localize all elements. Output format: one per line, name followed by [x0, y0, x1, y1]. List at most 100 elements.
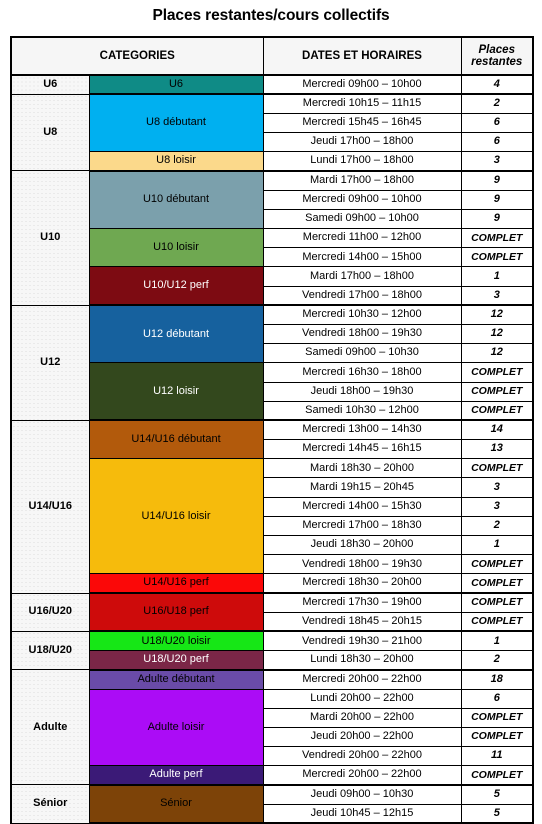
places-restantes-value: 1: [460, 534, 534, 556]
subcategory-cell: U8 débutant: [88, 93, 264, 153]
table-row: Sénior Sénior Jeudi 09h00 – 10h30 5: [10, 783, 534, 824]
status-badge-complet: COMPLET: [460, 554, 534, 575]
schedule-cell: Mercredi 11h00 – 12h00: [262, 227, 462, 249]
schedule-cell: Mardi 18h30 – 20h00: [262, 458, 462, 479]
table-row: U14/U16 U14/U16 débutant Mercredi 13h00 – …: [10, 419, 534, 594]
table-row: U14/U16 perf Mercredi 18h30 – 20h00 COMPLE…: [11, 573, 534, 595]
places-restantes-value: 3: [460, 285, 534, 307]
table-row: U10 loisir Mercredi 11h00 – 12h00 COMPLET: [11, 227, 534, 268]
schedule-cell: Samedi 09h00 – 10h00: [262, 208, 462, 230]
schedule-cell: Mercredi 10h15 – 11h15: [262, 93, 462, 114]
schedule-cell: Mercredi 09h00 – 10h00: [262, 73, 462, 96]
places-restantes-value: 3: [460, 477, 534, 498]
status-badge-complet: COMPLET: [460, 362, 534, 383]
schedule-cell: Jeudi 18h00 – 19h30: [262, 381, 462, 402]
status-badge-complet: COMPLET: [460, 707, 534, 728]
schedule-cell: Mercredi 15h45 – 16h45: [262, 112, 462, 134]
schedule-cell: Mercredi 18h30 – 20h00: [262, 573, 462, 595]
category-group-s-nior: Sénior: [10, 784, 90, 824]
subcategory-cell: U12 loisir: [88, 362, 264, 422]
table-row: U10 U10 débutant Mardi 17h00 – 18h00 9: [10, 169, 534, 306]
places-restantes-value: 18: [460, 668, 534, 690]
places-restantes-value: 6: [460, 688, 534, 709]
places-restantes-value: 6: [460, 112, 534, 134]
category-group-adulte: Adulte: [10, 669, 90, 786]
subcategory-cell: U8 loisir: [88, 151, 264, 172]
table-row: U16/U20 U16/U18 perf Mercredi 17h30 – 19h0…: [10, 592, 534, 633]
places-restantes-value: 6: [460, 132, 534, 153]
subcategory-cell: U10 loisir: [88, 227, 264, 268]
table-body: U6 U6 Mercredi 09h00 – 10h00 4 U8 U8 débutant…: [10, 73, 534, 824]
table-row: U10/U12 perf Mardi 17h00 – 18h00 1: [11, 266, 534, 307]
places-restantes-value: 1: [460, 630, 534, 652]
places-restantes-value: 2: [460, 93, 534, 114]
schedule-cell: Mercredi 14h00 – 15h30: [262, 496, 462, 517]
schedule-cell: Mercredi 13h00 – 14h30: [262, 419, 462, 441]
places-restantes-value: 2: [460, 650, 534, 671]
places-restantes-value: 5: [460, 783, 534, 805]
schedule-cell: Mercredi 10h30 – 12h00: [262, 304, 462, 325]
schedule-cell: Samedi 10h30 – 12h00: [262, 400, 462, 422]
header-row: CATEGORIES DATES ET HORAIRES Places rest…: [10, 36, 534, 76]
table-row: U14/U16 loisir Mardi 18h30 – 20h00 COMPLET: [11, 458, 534, 575]
table-row: U8 U8 débutant Mercredi 10h15 – 11h15 2: [10, 93, 534, 172]
schedule-cell: Vendredi 20h00 – 22h00: [262, 746, 462, 767]
status-badge-complet: COMPLET: [460, 592, 534, 613]
schedule-cell: Lundi 17h00 – 18h00: [262, 151, 462, 172]
schedule-cell: Mercredi 14h45 – 16h15: [262, 439, 462, 460]
schedule-cell: Mercredi 20h00 – 22h00: [262, 765, 462, 786]
subcategory-cell: U10 débutant: [88, 169, 264, 229]
category-group-u6: U6: [10, 74, 90, 95]
places-restantes-value: 4: [460, 73, 534, 96]
status-badge-complet: COMPLET: [460, 227, 534, 249]
table-row: U6 U6 Mercredi 09h00 – 10h00 4: [10, 73, 534, 96]
schedule-cell: Mardi 20h00 – 22h00: [262, 707, 462, 728]
subcategory-cell: U14/U16 perf: [88, 573, 264, 595]
subcategory-cell: U16/U18 perf: [88, 592, 264, 633]
schedule-cell: Vendredi 17h00 – 18h00: [262, 285, 462, 307]
status-badge-complet: COMPLET: [460, 611, 534, 633]
schedule-cell: Vendredi 18h00 – 19h30: [262, 323, 462, 345]
schedule-cell: Mercredi 20h00 – 22h00: [262, 668, 462, 690]
schedule-cell: Mercredi 17h00 – 18h30: [262, 515, 462, 537]
schedule-cell: Jeudi 17h00 – 18h00: [262, 132, 462, 153]
header-places-line1: Places: [478, 43, 515, 56]
schedule-cell: Lundi 18h30 – 20h00: [262, 650, 462, 671]
schedule-cell: Mercredi 17h30 – 19h00: [262, 592, 462, 613]
schedule-cell: Jeudi 20h00 – 22h00: [262, 726, 462, 748]
subcategory-cell: U14/U16 débutant: [88, 419, 264, 460]
table-row: U12 loisir Mercredi 16h30 – 18h00 COMPLET: [11, 362, 534, 422]
subcategory-cell: Adulte loisir: [88, 688, 264, 767]
schedule-cell: Jeudi 18h30 – 20h00: [262, 534, 462, 556]
status-badge-complet: COMPLET: [460, 247, 534, 268]
status-badge-complet: COMPLET: [460, 458, 534, 479]
subcategory-cell: Adulte débutant: [88, 668, 264, 690]
places-restantes-value: 9: [460, 169, 534, 191]
schedule-cell: Vendredi 18h45 – 20h15: [262, 611, 462, 633]
schedule-cell: Jeudi 10h45 – 12h15: [262, 803, 462, 824]
schedule-cell: Mardi 19h15 – 20h45: [262, 477, 462, 498]
table-row: Adulte perf Mercredi 20h00 – 22h00 COMPLET: [11, 765, 534, 786]
header-places-line2: restantes: [471, 56, 523, 68]
places-restantes-value: 12: [460, 304, 534, 325]
places-restantes-value: 9: [460, 208, 534, 230]
table-row: U18/U20 U18/U20 loisir Vendredi 19h30 – 21…: [10, 630, 534, 671]
page-root: Places restantes/cours collectifs CATEGO…: [0, 0, 542, 824]
category-group-u12: U12: [10, 304, 90, 421]
subcategory-cell: U14/U16 loisir: [88, 458, 264, 575]
category-group-u14-u16: U14/U16: [10, 419, 90, 594]
places-restantes-value: 12: [460, 323, 534, 345]
category-group-u10: U10: [10, 170, 90, 306]
status-badge-complet: COMPLET: [460, 381, 534, 402]
subcategory-cell: U12 débutant: [88, 304, 264, 364]
status-badge-complet: COMPLET: [460, 726, 534, 748]
places-restantes-value: 12: [460, 343, 534, 364]
status-badge-complet: COMPLET: [460, 573, 534, 595]
table-header: CATEGORIES DATES ET HORAIRES Places rest…: [10, 36, 534, 76]
places-restantes-value: 2: [460, 515, 534, 537]
places-restantes-value: 13: [460, 439, 534, 460]
schedule-cell: Vendredi 19h30 – 21h00: [262, 630, 462, 652]
subcategory-cell: Adulte perf: [88, 765, 264, 786]
table-row: U18/U20 perf Lundi 18h30 – 20h00 2: [11, 650, 534, 671]
page-title: Places restantes/cours collectifs: [152, 7, 390, 24]
